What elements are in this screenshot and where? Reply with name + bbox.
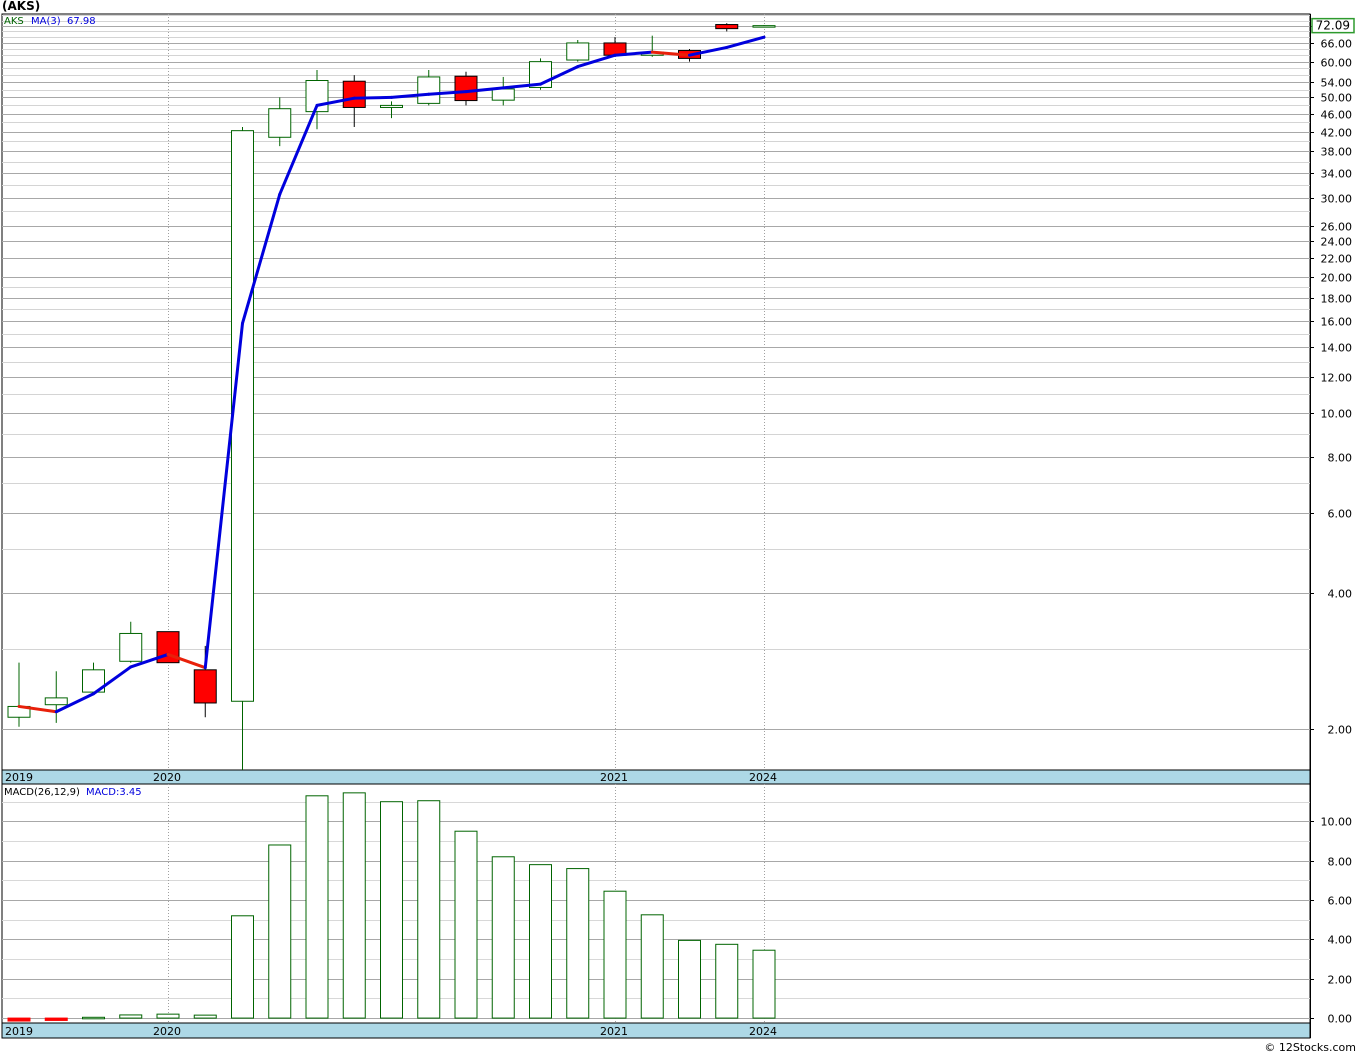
macd-bar [715, 943, 739, 1019]
time-axis-band [1, 1022, 1311, 1039]
candle-up [44, 697, 68, 706]
price-axis-label: 10.00 [1321, 408, 1353, 421]
macd-bar [678, 939, 701, 1019]
price-axis-label: 26.00 [1321, 221, 1353, 234]
price-axis-label: 60.00 [1321, 57, 1353, 70]
macd-bar-negative [44, 1017, 68, 1021]
price-axis-label: 66.00 [1321, 38, 1353, 51]
legend-ma-label: MA(3) [31, 16, 61, 27]
price-pane [1, 13, 1311, 771]
macd-bar [156, 1013, 180, 1019]
legend-ma-value: 67.98 [67, 16, 96, 27]
price-axis-label: 30.00 [1321, 193, 1353, 206]
macd-axis-label: 10.00 [1321, 816, 1353, 829]
price-axis-label: 14.00 [1321, 342, 1353, 355]
macd-axis-label: 0.00 [1328, 1013, 1353, 1026]
macd-bar [454, 830, 478, 1019]
macd-bar [193, 1014, 217, 1019]
time-axis-label: 2020 [153, 771, 181, 784]
stock-chart: 72.0066.0060.0054.0050.0046.0042.0038.00… [1, 13, 1355, 1039]
time-axis-label: 2019 [5, 1025, 33, 1038]
macd-axis-label: 8.00 [1328, 856, 1353, 869]
price-axis-label: 8.00 [1328, 452, 1353, 465]
macd-axis-label: 2.00 [1328, 974, 1353, 987]
macd-bar [119, 1014, 143, 1019]
price-axis-label: 34.00 [1321, 168, 1353, 181]
macd-bar [491, 856, 515, 1019]
time-axis-label: 2020 [153, 1025, 181, 1038]
candle-up [566, 42, 590, 61]
time-axis-label: 2024 [749, 771, 777, 784]
macd-bar [752, 949, 776, 1019]
price-axis-label: 2.00 [1328, 724, 1353, 737]
macd-bar [82, 1016, 105, 1020]
candle-up [752, 25, 776, 28]
candle-down [342, 80, 366, 108]
candle-down [454, 75, 478, 102]
candle-up [417, 76, 441, 104]
candle-down [715, 24, 739, 30]
candle-up [231, 130, 254, 702]
macd-bar [305, 795, 329, 1019]
price-axis-label: 38.00 [1321, 146, 1353, 159]
price-axis-label: 46.00 [1321, 109, 1353, 122]
candle-up [491, 88, 515, 101]
price-axis-label: 6.00 [1328, 508, 1353, 521]
macd-bar [529, 864, 552, 1019]
time-axis-label: 2021 [600, 771, 628, 784]
macd-bar [268, 844, 292, 1019]
last-price-label: 72.09 [1316, 19, 1350, 33]
macd-bar [231, 915, 254, 1019]
price-axis-label: 24.00 [1321, 236, 1353, 249]
price-axis-label: 18.00 [1321, 293, 1353, 306]
price-axis-label: 4.00 [1328, 588, 1353, 601]
macd-axis-label: 6.00 [1328, 895, 1353, 908]
macd-bar [566, 868, 590, 1019]
candle-down [193, 669, 217, 704]
price-axis-label: 42.00 [1321, 127, 1353, 140]
time-axis-band [1, 769, 1311, 785]
legend-macd-value: MACD:3.45 [86, 787, 142, 798]
price-axis-label: 22.00 [1321, 253, 1353, 266]
macd-bar [640, 914, 664, 1019]
candle-up [119, 632, 143, 662]
legend-macd-label: MACD(26,12,9) [4, 787, 80, 798]
price-axis-label: 20.00 [1321, 272, 1353, 285]
macd-bar [603, 890, 627, 1019]
macd-bar [342, 792, 366, 1019]
price-axis-label: 50.00 [1321, 92, 1353, 105]
legend-symbol: AKS [4, 16, 24, 27]
time-axis-label: 2021 [600, 1025, 628, 1038]
watermark: © 12Stocks.com [1264, 1041, 1356, 1054]
time-axis-label: 2019 [5, 771, 33, 784]
candle-up [268, 108, 292, 138]
price-axis-label: 16.00 [1321, 316, 1353, 329]
macd-bar [417, 800, 441, 1019]
macd-bar [380, 801, 403, 1019]
macd-axis-label: 4.00 [1328, 934, 1353, 947]
time-axis-label: 2024 [749, 1025, 777, 1038]
macd-bar-negative [7, 1017, 31, 1022]
ma3-segment [352, 95, 393, 100]
candle-up [380, 104, 403, 108]
price-axis-label: 12.00 [1321, 372, 1353, 385]
price-axis-label: 54.00 [1321, 77, 1353, 90]
